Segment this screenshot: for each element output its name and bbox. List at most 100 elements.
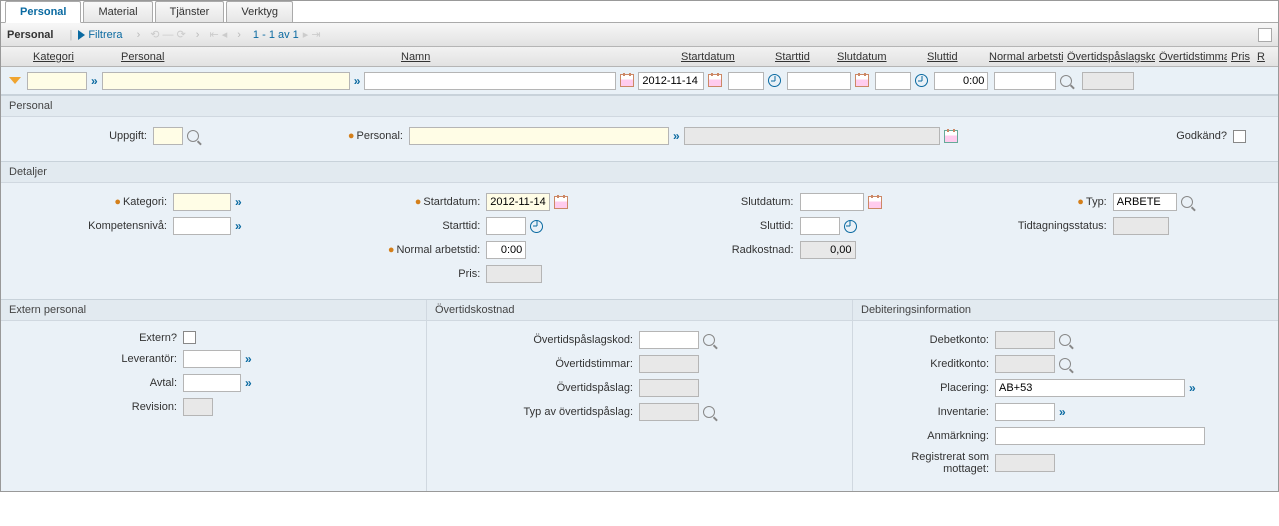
col-r[interactable]: R: [1253, 51, 1267, 63]
input-ottyp: [639, 403, 699, 421]
filter-startdatum[interactable]: [638, 72, 704, 90]
label-kreditkonto: Kreditkonto:: [865, 358, 995, 370]
label-kategori: Kategori:: [123, 196, 167, 208]
search-icon[interactable]: [1059, 334, 1071, 346]
filter-kategori[interactable]: [27, 72, 87, 90]
expand-row-icon[interactable]: [9, 77, 21, 84]
detail-icon[interactable]: [944, 130, 958, 143]
lookup-personal[interactable]: »: [354, 74, 361, 88]
calendar-icon[interactable]: [620, 74, 634, 87]
col-kategori[interactable]: Kategori: [29, 51, 117, 63]
input-sluttid[interactable]: [800, 217, 840, 235]
input-anmarkning[interactable]: [995, 427, 1205, 445]
lookup-personal-detail[interactable]: »: [673, 129, 680, 143]
label-revision: Revision:: [13, 401, 183, 413]
col-startdatum[interactable]: Startdatum: [677, 51, 771, 63]
tab-material[interactable]: Material: [83, 1, 152, 22]
tab-verktyg[interactable]: Verktyg: [226, 1, 293, 22]
input-inventarie[interactable]: [995, 403, 1055, 421]
section-detaljer: Detaljer ●Kategori: » Kompetensnivå: »: [1, 161, 1278, 299]
list-toolbar: Personal | Filtrera › ⟲ — ⟳ › ⇤ ◂ › 1 - …: [1, 23, 1278, 47]
label-personal: Personal:: [357, 130, 403, 142]
search-icon[interactable]: [187, 130, 199, 142]
checkbox-godkand[interactable]: [1233, 130, 1246, 143]
paging-label: 1 - 1 av 1: [253, 29, 299, 41]
lookup-inventarie[interactable]: »: [1059, 405, 1066, 419]
input-leverantor[interactable]: [183, 350, 241, 368]
section-header-extern: Extern personal: [1, 300, 426, 321]
input-otkod[interactable]: [639, 331, 699, 349]
filter-normal[interactable]: [934, 72, 988, 90]
lookup-avtal[interactable]: »: [245, 376, 252, 390]
tab-tjanster[interactable]: Tjänster: [155, 1, 225, 22]
input-slutdatum[interactable]: [800, 193, 864, 211]
filter-slutdatum[interactable]: [787, 72, 851, 90]
input-uppgift[interactable]: [153, 127, 183, 145]
calendar-icon[interactable]: [554, 196, 568, 209]
input-pris: [486, 265, 542, 283]
search-icon[interactable]: [1060, 75, 1072, 87]
search-icon[interactable]: [1059, 358, 1071, 370]
input-personal[interactable]: [409, 127, 669, 145]
clock-icon[interactable]: [915, 74, 928, 87]
col-slutdatum[interactable]: Slutdatum: [833, 51, 923, 63]
filter-otkod[interactable]: [994, 72, 1056, 90]
section-extern: Extern personal Extern? Leverantör: » Av…: [1, 300, 427, 491]
col-ottimmar[interactable]: Övertidstimmar: [1155, 51, 1227, 63]
filter-namn[interactable]: [364, 72, 616, 90]
input-normal[interactable]: [486, 241, 526, 259]
clock-icon[interactable]: [768, 74, 781, 87]
col-namn[interactable]: Namn: [397, 51, 677, 63]
calendar-icon[interactable]: [708, 74, 722, 87]
section-header-overtid: Övertidskostnad: [427, 300, 852, 321]
filter-sluttid[interactable]: [875, 72, 911, 90]
lookup-kompetens[interactable]: »: [235, 219, 242, 233]
search-icon[interactable]: [1181, 196, 1193, 208]
label-kompetens: Kompetensnivå:: [13, 220, 173, 232]
col-personal[interactable]: Personal: [117, 51, 397, 63]
tab-personal[interactable]: Personal: [5, 1, 81, 23]
filter-personal[interactable]: [102, 72, 350, 90]
lookup-kategori-detail[interactable]: »: [235, 195, 242, 209]
input-placering[interactable]: [995, 379, 1185, 397]
bottom-sections: Extern personal Extern? Leverantör: » Av…: [1, 299, 1278, 491]
label-startdatum: Startdatum:: [423, 196, 480, 208]
col-normal[interactable]: Normal arbetstid: [985, 51, 1063, 63]
search-icon[interactable]: [703, 406, 715, 418]
section-debit: Debiteringsinformation Debetkonto: Kredi…: [853, 300, 1278, 491]
col-starttid[interactable]: Starttid: [771, 51, 833, 63]
input-ottimmar: [639, 355, 699, 373]
input-registrerat: [995, 454, 1055, 472]
filter-starttid[interactable]: [728, 72, 764, 90]
label-typ: Typ:: [1086, 196, 1107, 208]
col-otkod[interactable]: Övertidspåslagskod: [1063, 51, 1155, 63]
lookup-placering[interactable]: »: [1189, 381, 1196, 395]
label-otpaslag: Övertidspåslag:: [439, 382, 639, 394]
clock-icon[interactable]: [530, 220, 543, 233]
play-icon: [78, 30, 85, 40]
label-avtal: Avtal:: [13, 377, 183, 389]
input-kompetens[interactable]: [173, 217, 231, 235]
search-icon[interactable]: [703, 334, 715, 346]
col-pris[interactable]: Pris: [1227, 51, 1253, 63]
toolbar-settings-icon[interactable]: [1258, 28, 1272, 42]
label-inventarie: Inventarie:: [865, 406, 995, 418]
clock-icon[interactable]: [844, 220, 857, 233]
input-avtal[interactable]: [183, 374, 241, 392]
lookup-leverantor[interactable]: »: [245, 352, 252, 366]
nav-next: ▸ ⇥: [303, 28, 321, 41]
checkbox-extern[interactable]: [183, 331, 196, 344]
lookup-kategori[interactable]: »: [91, 74, 98, 88]
input-starttid[interactable]: [486, 217, 526, 235]
calendar-icon[interactable]: [855, 74, 869, 87]
label-registrerat: Registrerat som mottaget:: [865, 451, 995, 475]
label-placering: Placering:: [865, 382, 995, 394]
input-startdatum[interactable]: [486, 193, 550, 211]
input-kategori[interactable]: [173, 193, 231, 211]
filter-button[interactable]: Filtrera: [78, 29, 122, 41]
input-typ[interactable]: [1113, 193, 1177, 211]
calendar-icon[interactable]: [868, 196, 882, 209]
nav-prev-disabled: ⟲ — ⟳: [150, 28, 186, 41]
col-sluttid[interactable]: Sluttid: [923, 51, 985, 63]
toolbar-title: Personal: [7, 29, 53, 41]
